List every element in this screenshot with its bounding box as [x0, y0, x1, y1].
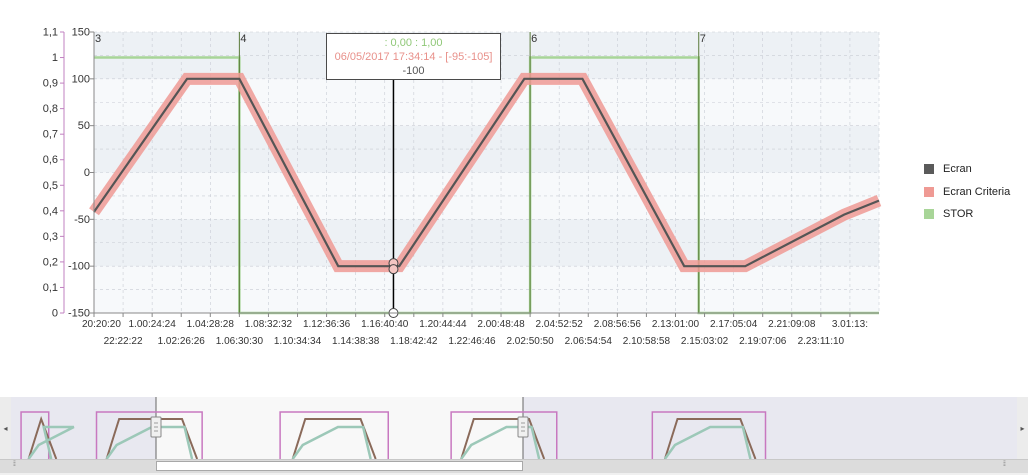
tooltip-ecran-value: -100 — [402, 65, 425, 77]
left-axis-tick-label: 0,3 — [43, 231, 58, 243]
left-axis-tick-label: 0,1 — [43, 282, 58, 294]
left-axis-tick-label: 0,5 — [43, 180, 58, 192]
x-axis-tick-label-bottom: 1.02:26:26 — [158, 336, 206, 347]
x-axis-tick-label-top: 1.08:32:32 — [245, 319, 293, 330]
right-axis-tick-label: -50 — [74, 214, 90, 226]
legend-swatch-ecran-criteria — [924, 186, 934, 197]
x-axis-tick-label-bottom: 1.14:38:38 — [332, 336, 380, 347]
left-axis-tick-label: 0,9 — [43, 78, 58, 90]
legend-item-ecran-criteria[interactable]: Ecran Criteria — [924, 181, 1010, 204]
x-axis-tick-label-top: 2.04:52:52 — [536, 319, 584, 330]
event-marker-label-3: 3 — [95, 33, 101, 45]
range-navigator[interactable]: ◂ ▸ ⁞⁞ ⁞⁞ — [0, 397, 1028, 475]
event-marker-label-7: 7 — [700, 33, 706, 45]
x-axis-tick-label-top: 2.08:56:56 — [594, 319, 642, 330]
x-axis-tick-label-bottom: 1.22:46:46 — [448, 336, 496, 347]
x-axis-tick-label-bottom: 2.19:07:06 — [739, 336, 787, 347]
navigator-scrollbar[interactable]: ⁞⁞ ⁞⁞ — [0, 459, 1028, 473]
x-axis-tick-label-bottom: 2.10:58:58 — [623, 336, 671, 347]
legend-label-ecran: Ecran — [943, 163, 972, 176]
right-axis-tick-label: 100 — [72, 73, 90, 85]
left-axis-tick-label: 0 — [52, 308, 58, 320]
x-axis-tick-label-bottom: 2.06:54:54 — [565, 336, 613, 347]
legend-swatch-ecran — [924, 164, 934, 175]
x-axis-tick-label-bottom: 1.06:30:30 — [216, 336, 264, 347]
navigator-scroll-right-button[interactable]: ▸ — [1017, 397, 1028, 459]
x-axis-tick-label-top: 1.00:24:24 — [129, 319, 177, 330]
x-axis-tick-label-top: 1.20:44:44 — [419, 319, 467, 330]
x-axis-tick-label-bottom: 2.02:50:50 — [506, 336, 554, 347]
x-axis-tick-label-top: 3.01:13: — [832, 319, 868, 330]
left-axis-tick-label: 0,8 — [43, 103, 58, 115]
navigator-scrollbar-thumb[interactable] — [156, 461, 523, 471]
x-axis-tick-label-top: 2.21:09:08 — [768, 319, 816, 330]
tooltip-ecran-criteria-value: 06/05/2017 17:34:14 - [-95:-105] — [334, 51, 493, 63]
chevron-right-icon: ▸ — [1020, 423, 1025, 433]
left-axis-tick-label: 0,2 — [43, 256, 58, 268]
chart-legend: Ecran Ecran Criteria STOR — [924, 158, 1010, 226]
event-marker-label-6: 6 — [531, 33, 537, 45]
right-axis-tick-label: 50 — [78, 120, 90, 132]
x-axis-tick-label-top: 1.12:36:36 — [303, 319, 351, 330]
x-axis-tick-label-bottom: 22:22:22 — [104, 336, 143, 347]
legend-label-stor: STOR — [943, 208, 974, 221]
event-marker-label-4: 4 — [240, 33, 246, 45]
x-axis-tick-label-bottom: 2.15:03:02 — [681, 336, 729, 347]
right-axis-tick-label: -150 — [68, 308, 90, 320]
x-axis-tick-label-top: 2.00:48:48 — [477, 319, 525, 330]
tooltip-stor-value: : 0,00 : 1,00 — [384, 37, 443, 49]
x-axis-tick-label-top: 1.04:28:28 — [187, 319, 235, 330]
legend-item-stor[interactable]: STOR — [924, 203, 1010, 226]
cursor-point-1 — [388, 264, 399, 275]
x-axis-tick-label-top: 1.16:40:40 — [361, 319, 409, 330]
left-axis-tick-label: 0,6 — [43, 154, 58, 166]
chevron-left-icon: ◂ — [3, 423, 8, 433]
navigator-preview[interactable] — [0, 397, 1028, 459]
main-chart[interactable]: 3 4 6 7 0 0,1 0,2 0,3 0,4 0,5 0,6 0,7 0,8 0,9 1 1,1 -150… — [0, 0, 1028, 397]
x-axis-tick-label-top: 2.17:05:04 — [710, 319, 758, 330]
cursor-tooltip: : 0,00 : 1,00 06/05/2017 17:34:14 - [-95… — [326, 33, 501, 80]
left-axis-tick-label: 0,4 — [43, 205, 58, 217]
scrollbar-grip-right-icon: ⁞⁞ — [1003, 461, 1006, 468]
legend-label-ecran-criteria: Ecran Criteria — [943, 185, 1011, 198]
right-axis-tick-label: -100 — [68, 261, 90, 273]
legend-swatch-stor — [924, 209, 934, 220]
navigator-scroll-left-button[interactable]: ◂ — [0, 397, 11, 459]
x-axis-tick-label-top: 20:20:20 — [82, 319, 121, 330]
right-axis-tick-label: 0 — [84, 167, 90, 179]
left-axis-tick-label: 0,7 — [43, 129, 58, 141]
x-axis-tick-label-bottom: 1.10:34:34 — [274, 336, 322, 347]
legend-item-ecran[interactable]: Ecran — [924, 158, 1010, 181]
x-axis-tick-label-bottom: 2.23:11:10 — [798, 336, 845, 347]
right-axis-tick-label: 150 — [72, 27, 90, 39]
left-axis-tick-label: 1 — [52, 52, 58, 64]
left-axis-tick-label: 1,1 — [43, 27, 58, 39]
x-axis-tick-label-bottom: 1.18:42:42 — [390, 336, 438, 347]
x-axis-tick-label-top: 2.13:01:00 — [652, 319, 700, 330]
scrollbar-grip-left-icon: ⁞⁞ — [13, 461, 16, 468]
